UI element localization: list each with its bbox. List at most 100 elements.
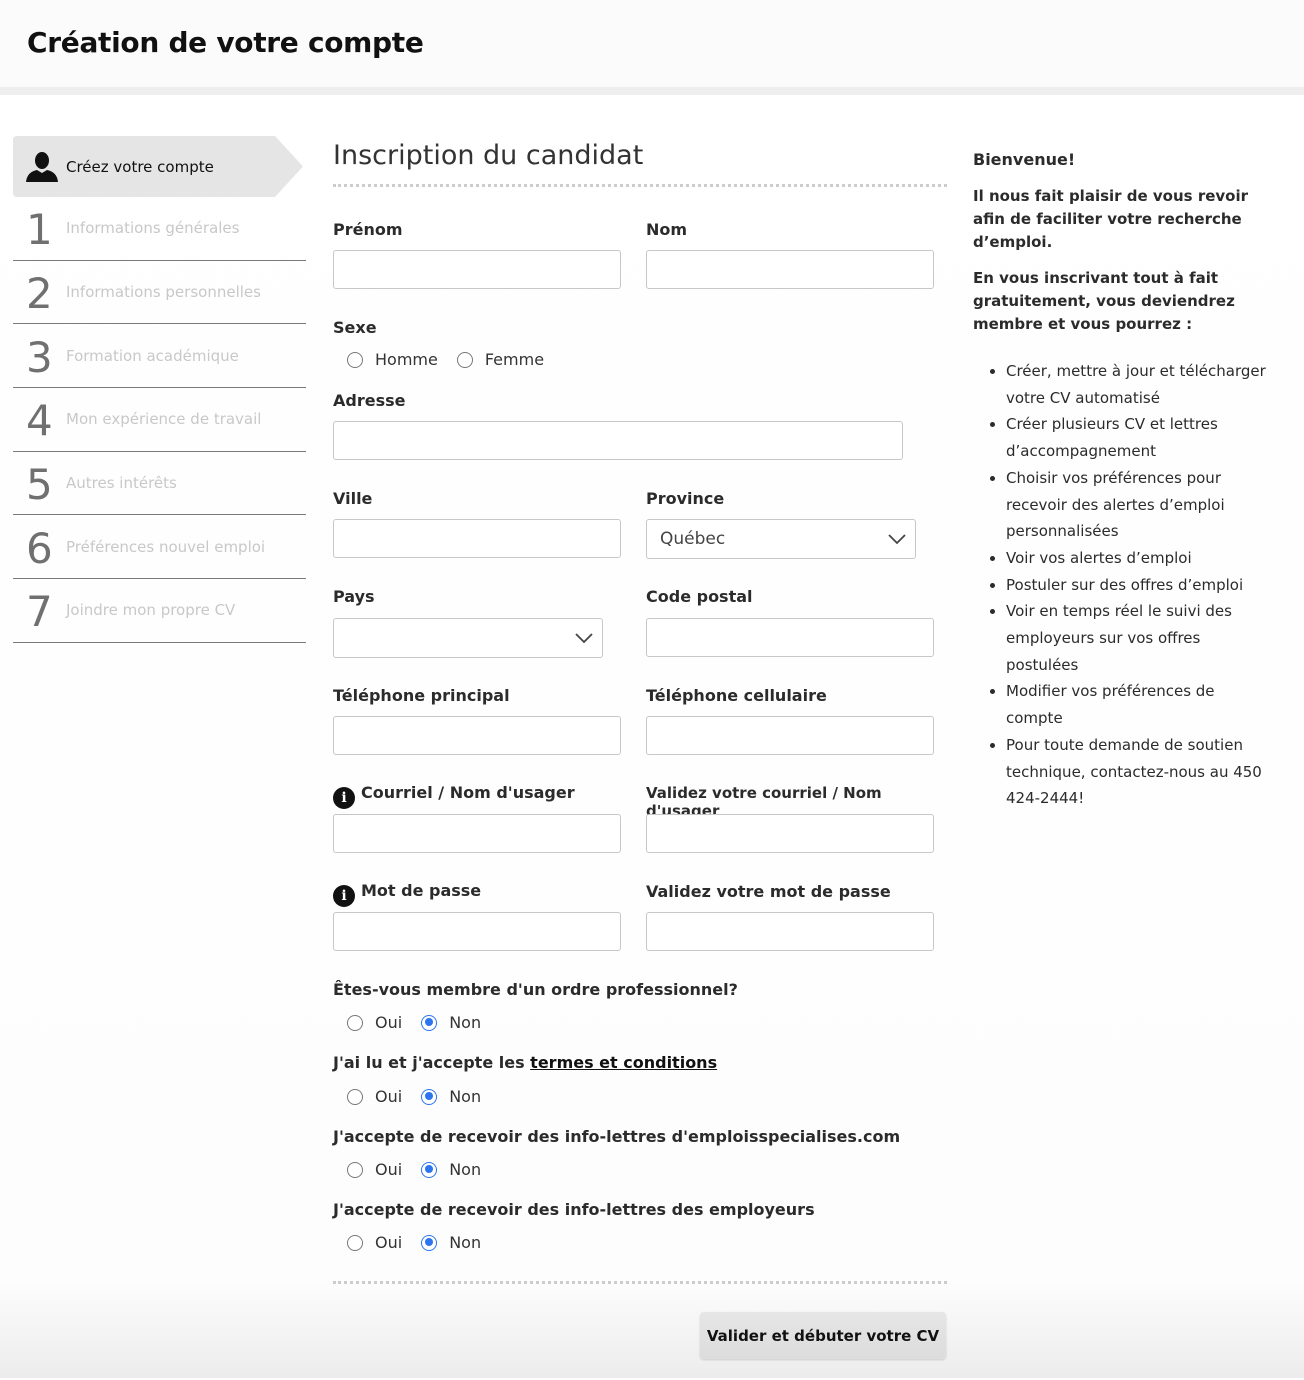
newsletter-site-oui-radio[interactable] xyxy=(347,1161,363,1178)
province-select[interactable]: Québec xyxy=(646,519,916,559)
step-number: 4 xyxy=(26,396,53,446)
step-number: 5 xyxy=(26,460,53,510)
mot-de-passe-confirm-input[interactable] xyxy=(646,912,934,951)
prenom-input[interactable] xyxy=(333,250,621,289)
nom-label: Nom xyxy=(646,220,688,239)
submit-button[interactable]: Valider et débuter votre CV xyxy=(700,1312,946,1359)
list-item: Postuler sur des offres d’emploi xyxy=(1006,572,1273,599)
homme-radio[interactable] xyxy=(347,351,363,368)
list-item: Pour toute demande de soutien technique,… xyxy=(1006,732,1273,812)
list-item: Modifier vos préférences de compte xyxy=(1006,678,1273,731)
step-label: Autres intérêts xyxy=(66,474,177,493)
step-number: 2 xyxy=(26,269,53,319)
newsletter-employers-label: J'accepte de recevoir des info-lettres d… xyxy=(333,1200,815,1219)
step-item[interactable]: 5 Autres intérêts xyxy=(13,452,306,516)
sexe-radio-group: Homme Femme xyxy=(347,350,544,369)
form-footer-divider xyxy=(333,1281,947,1284)
courriel-label: Courriel / Nom d'usager xyxy=(361,783,575,802)
steps-sidebar: Créez votre compte 1 Informations généra… xyxy=(13,136,306,643)
welcome-title: Bienvenue! xyxy=(973,150,1076,169)
oui-label: Oui xyxy=(375,1160,403,1179)
terms-question-label: J'ai lu et j'accepte les termes et condi… xyxy=(333,1053,717,1072)
tel-cellulaire-input[interactable] xyxy=(646,716,934,755)
sexe-label: Sexe xyxy=(333,318,377,337)
welcome-panel: Bienvenue! Il nous fait plaisir de vous … xyxy=(973,150,1273,812)
newsletter-employers-oui-radio[interactable] xyxy=(347,1234,363,1251)
courriel-input[interactable] xyxy=(333,814,621,853)
courriel-label-wrap: i Courriel / Nom d'usager xyxy=(333,783,575,809)
step-item[interactable]: 3 Formation académique xyxy=(13,324,306,389)
code-postal-input[interactable] xyxy=(646,618,934,657)
step-item[interactable]: 2 Informations personnelles xyxy=(13,261,306,325)
non-label: Non xyxy=(449,1087,482,1106)
mot-de-passe-label-wrap: i Mot de passe xyxy=(333,881,481,907)
oui-label: Oui xyxy=(375,1087,403,1106)
step-label: Informations personnelles xyxy=(66,283,261,302)
tel-cellulaire-label: Téléphone cellulaire xyxy=(646,686,827,705)
list-item: Créer plusieurs CV et lettres d’accompag… xyxy=(1006,411,1273,464)
list-item: Créer, mettre à jour et télécharger votr… xyxy=(1006,358,1273,411)
non-label: Non xyxy=(449,1233,482,1252)
mot-de-passe-label: Mot de passe xyxy=(361,881,482,900)
pays-select[interactable] xyxy=(333,618,603,658)
terms-link[interactable]: termes et conditions xyxy=(530,1053,717,1072)
newsletter-site-non-radio[interactable] xyxy=(421,1161,438,1178)
tel-principal-input[interactable] xyxy=(333,716,621,755)
non-label: Non xyxy=(449,1160,482,1179)
mot-de-passe-input[interactable] xyxy=(333,912,621,951)
step-label: Informations générales xyxy=(66,219,240,238)
step-item[interactable]: 4 Mon expérience de travail xyxy=(13,388,306,452)
welcome-intro: Il nous fait plaisir de vous revoir afin… xyxy=(973,187,1249,251)
ordre-oui-radio[interactable] xyxy=(347,1014,363,1031)
step-create-account[interactable]: Créez votre compte xyxy=(13,136,303,197)
newsletter-site-label: J'accepte de recevoir des info-lettres d… xyxy=(333,1127,901,1146)
mot-de-passe-confirm-label: Validez votre mot de passe xyxy=(646,882,891,901)
chevron-down-icon xyxy=(888,534,906,545)
courriel-confirm-input[interactable] xyxy=(646,814,934,853)
page-title: Création de votre compte xyxy=(27,26,424,59)
page-header: Création de votre compte xyxy=(0,0,1304,87)
ordre-non-radio[interactable] xyxy=(421,1014,438,1031)
step-item[interactable]: 7 Joindre mon propre CV xyxy=(13,579,306,643)
info-icon[interactable]: i xyxy=(333,787,355,809)
welcome-lead: En vous inscrivant tout à fait gratuitem… xyxy=(973,269,1235,333)
terms-radio-group: Oui Non xyxy=(347,1087,481,1106)
step-label: Joindre mon propre CV xyxy=(66,601,236,620)
newsletter-site-radio-group: Oui Non xyxy=(347,1160,481,1179)
adresse-input[interactable] xyxy=(333,421,903,460)
homme-label: Homme xyxy=(375,350,438,369)
list-item: Voir vos alertes d’emploi xyxy=(1006,545,1273,572)
nom-input[interactable] xyxy=(646,250,934,289)
info-icon[interactable]: i xyxy=(333,885,355,907)
step-number: 3 xyxy=(26,332,53,382)
prenom-label: Prénom xyxy=(333,220,403,239)
code-postal-label: Code postal xyxy=(646,587,753,606)
list-item: Choisir vos préférences pour recevoir de… xyxy=(1006,465,1273,545)
registration-form: Inscription du candidat Prénom Nom Sexe … xyxy=(333,140,947,1359)
list-item: Voir en temps réel le suivi des employeu… xyxy=(1006,598,1273,678)
tel-principal-label: Téléphone principal xyxy=(333,686,510,705)
step-label: Créez votre compte xyxy=(66,157,214,176)
province-value: Québec xyxy=(660,529,726,549)
header-divider xyxy=(0,87,1304,95)
newsletter-employers-non-radio[interactable] xyxy=(421,1234,438,1251)
pays-label: Pays xyxy=(333,587,375,606)
oui-label: Oui xyxy=(375,1233,403,1252)
terms-non-radio[interactable] xyxy=(421,1088,438,1105)
step-label: Préférences nouvel emploi xyxy=(66,537,266,556)
benefits-list: Créer, mettre à jour et télécharger votr… xyxy=(973,358,1273,812)
ville-input[interactable] xyxy=(333,519,621,558)
step-item[interactable]: 6 Préférences nouvel emploi xyxy=(13,515,306,580)
terms-prefix: J'ai lu et j'accepte les xyxy=(333,1053,531,1072)
ville-label: Ville xyxy=(333,489,373,508)
ordre-question-label: Êtes-vous membre d'un ordre professionne… xyxy=(333,980,738,999)
ordre-radio-group: Oui Non xyxy=(347,1013,481,1032)
terms-oui-radio[interactable] xyxy=(347,1088,363,1105)
chevron-down-icon xyxy=(575,633,593,644)
step-label: Formation académique xyxy=(66,346,239,365)
adresse-label: Adresse xyxy=(333,391,406,410)
user-icon xyxy=(26,151,58,182)
step-number: 1 xyxy=(26,205,53,255)
step-item[interactable]: 1 Informations générales xyxy=(13,197,306,261)
femme-radio[interactable] xyxy=(456,351,473,368)
